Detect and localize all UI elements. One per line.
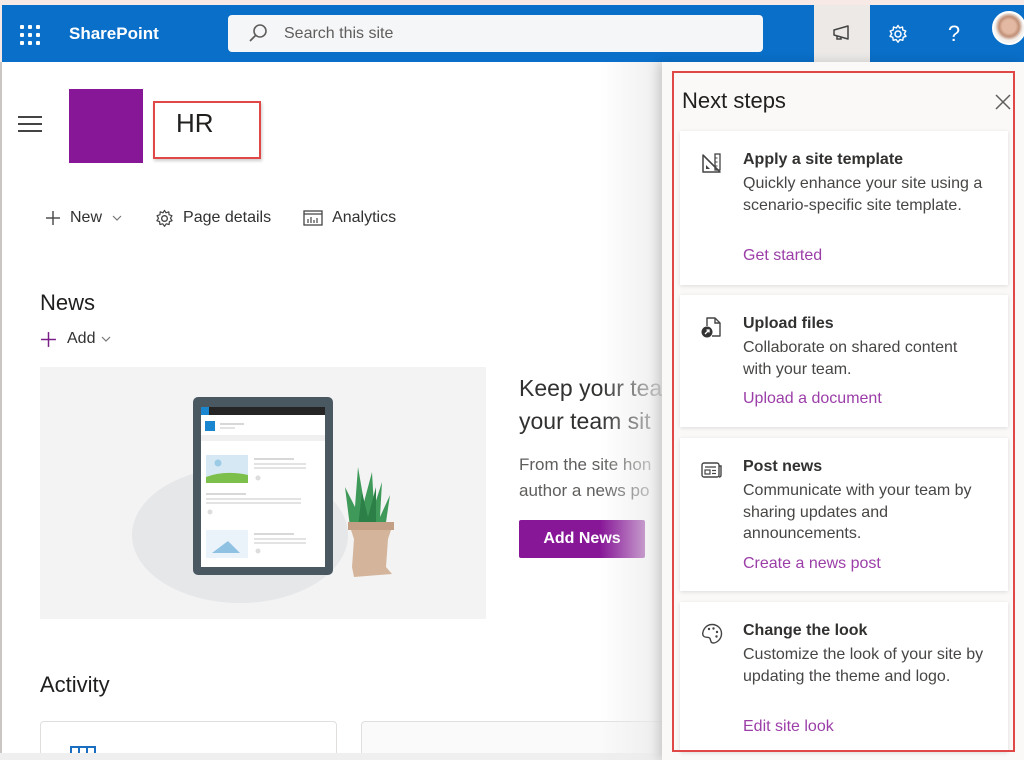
site-template-icon [701, 152, 723, 174]
news-heading: News [40, 290, 96, 315]
step-title: Upload files [743, 315, 834, 332]
step-description: Customize the look of your site by updat… [743, 646, 984, 685]
site-title[interactable]: HR [176, 108, 214, 139]
plus-icon [41, 331, 56, 347]
search-input[interactable] [284, 15, 744, 52]
chevron-down-icon [102, 336, 111, 342]
suite-bar-inner: SharePoint ? [2, 5, 1024, 62]
help-icon: ? [947, 20, 961, 46]
avatar[interactable] [992, 11, 1024, 45]
page-details-label: Page details [183, 209, 272, 226]
upload-file-icon [701, 317, 721, 338]
analytics-label: Analytics [332, 209, 397, 226]
chevron-down-icon [112, 215, 122, 221]
gear-icon [156, 209, 173, 227]
news-add-label: Add [67, 330, 96, 347]
search-box[interactable] [228, 15, 763, 52]
suite-bar: SharePoint ? [0, 0, 1024, 62]
news-illustration [40, 367, 486, 619]
page-details-button[interactable]: Page details [155, 209, 271, 228]
step-card-upload-files: Upload files Collaborate on shared conte… [680, 295, 1008, 427]
close-icon[interactable] [993, 92, 1013, 112]
palette-icon [702, 623, 723, 644]
step-title: Apply a site template [743, 151, 904, 168]
command-bar: New Page details Analytics [45, 206, 428, 230]
step-card-apply-template: Apply a site template Quickly enhance yo… [680, 131, 1008, 285]
edit-site-look-link[interactable]: Edit site look [743, 718, 834, 736]
step-card-change-look: Change the look Customize the look of yo… [680, 602, 1008, 752]
activity-heading: Activity [40, 672, 110, 697]
panel-overlay-shadow [600, 62, 662, 760]
site-logo[interactable] [69, 89, 143, 163]
app-name[interactable]: SharePoint [69, 24, 159, 44]
gear-icon [889, 24, 907, 43]
tablet-plant-illustration [132, 397, 394, 603]
news-add-button[interactable]: Add [40, 330, 112, 348]
analytics-icon [303, 210, 323, 226]
step-description: Collaborate on shared content with your … [743, 339, 958, 378]
hamburger-menu-icon[interactable] [18, 116, 42, 132]
search-icon [249, 24, 267, 42]
window-edge [0, 62, 2, 760]
analytics-button[interactable]: Analytics [303, 209, 396, 227]
settings-button[interactable] [870, 5, 926, 62]
plus-icon [46, 211, 60, 225]
feedback-button[interactable] [814, 5, 870, 62]
help-button[interactable]: ? [926, 5, 982, 62]
step-title: Change the look [743, 622, 868, 639]
upload-document-link[interactable]: Upload a document [743, 390, 882, 408]
create-news-post-link[interactable]: Create a news post [743, 555, 881, 573]
new-label: New [70, 209, 103, 226]
step-description: Communicate with your team by sharing up… [743, 482, 972, 542]
step-title: Post news [743, 458, 823, 475]
new-button[interactable]: New [45, 209, 123, 227]
news-icon [701, 462, 722, 478]
panel-title: Next steps [682, 88, 786, 113]
get-started-link[interactable]: Get started [743, 247, 822, 265]
megaphone-icon [833, 24, 849, 40]
waffle-icon[interactable] [20, 25, 40, 45]
step-description: Quickly enhance your site using a scenar… [743, 175, 983, 214]
step-card-post-news: Post news Communicate with your team by … [680, 438, 1008, 591]
